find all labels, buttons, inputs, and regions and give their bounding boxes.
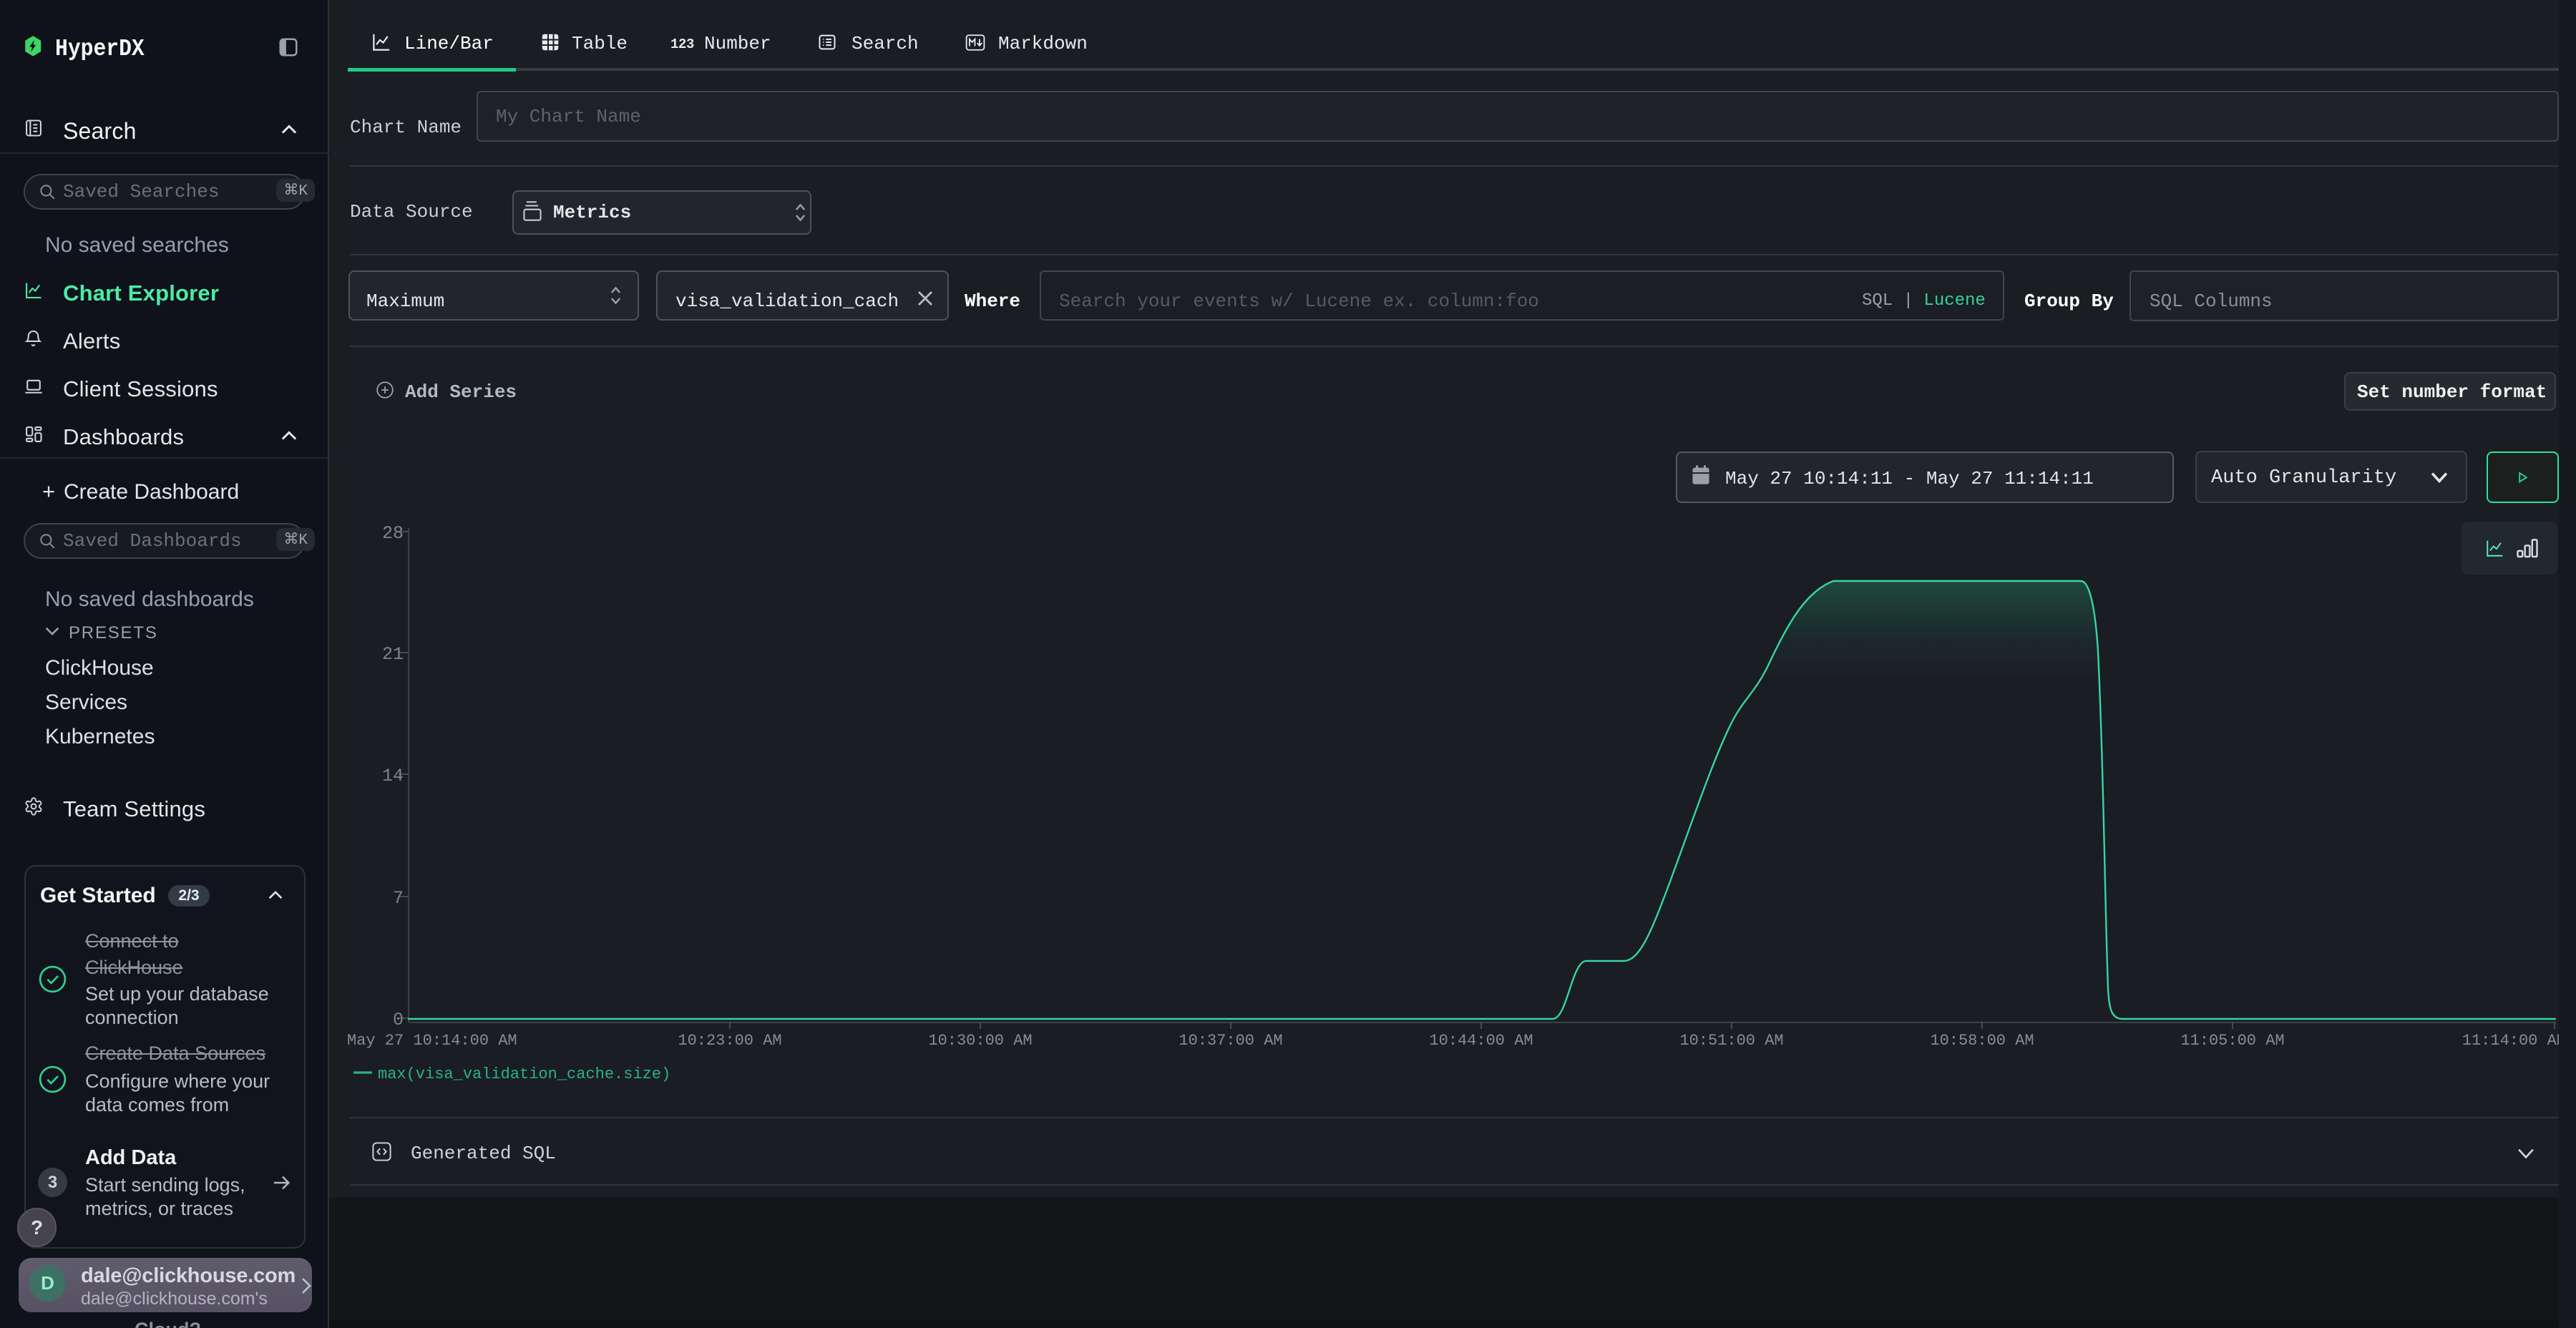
svg-text:7: 7 [393,888,404,909]
svg-text:10:51:00 AM: 10:51:00 AM [1679,1032,1783,1050]
svg-text:21: 21 [382,644,404,665]
svg-text:10:58:00 AM: 10:58:00 AM [1930,1032,2034,1050]
svg-text:11:05:00 AM: 11:05:00 AM [2180,1032,2284,1050]
svg-text:10:23:00 AM: 10:23:00 AM [678,1032,781,1050]
svg-text:10:37:00 AM: 10:37:00 AM [1179,1032,1282,1050]
svg-text:10:30:00 AM: 10:30:00 AM [928,1032,1032,1050]
svg-text:max(visa_validation_cache.size: max(visa_validation_cache.size) [378,1065,670,1083]
svg-text:28: 28 [382,523,404,544]
svg-text:10:44:00 AM: 10:44:00 AM [1429,1032,1533,1050]
svg-text:14: 14 [382,766,404,786]
svg-text:May 27 10:14:00 AM: May 27 10:14:00 AM [347,1032,517,1050]
svg-text:11:14:00 AM: 11:14:00 AM [2462,1032,2566,1050]
svg-text:0: 0 [393,1010,404,1030]
